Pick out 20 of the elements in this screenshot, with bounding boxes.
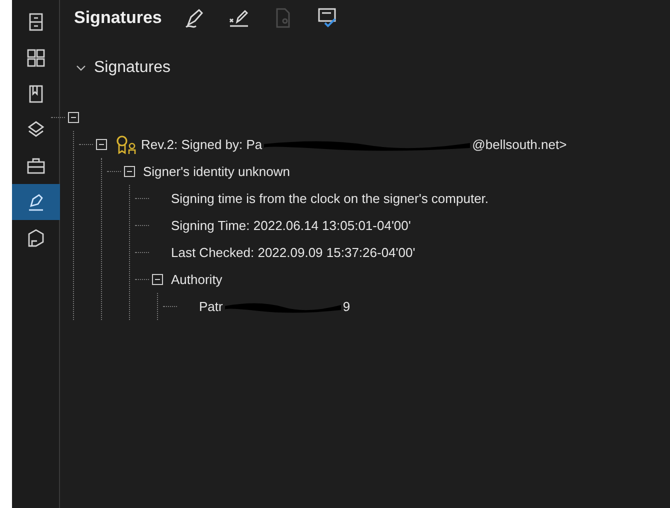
tree-item-label[interactable]: Rev.2: Signed by: Pa [141, 134, 262, 154]
collapse-toggle[interactable] [152, 274, 163, 285]
tree-item-label[interactable]: @bellsouth.net> [472, 134, 567, 154]
tree-item-label[interactable]: Last Checked: 2022.09.09 15:37:26-04'00' [171, 242, 416, 262]
collapse-toggle[interactable] [68, 112, 79, 123]
section-header[interactable]: Signatures [94, 56, 170, 80]
panel-title: Signatures [74, 7, 162, 30]
tree-item-label[interactable]: Signer's identity unknown [143, 162, 290, 182]
chevron-down-icon[interactable] [76, 63, 86, 73]
briefcase-icon [26, 156, 46, 176]
shape-icon [26, 228, 46, 248]
tree-item-label[interactable]: Patr [199, 296, 223, 316]
tree-item-label[interactable]: Signing time is from the clock on the signer's computer. [171, 188, 489, 208]
sidebar-button[interactable] [12, 184, 60, 220]
tree-item-label[interactable]: Authority [171, 270, 222, 290]
tree-item-label[interactable]: 9 [342, 296, 350, 316]
collapse-toggle[interactable] [96, 139, 107, 150]
tree-item-label[interactable]: Signing Time: 2022.06.14 13:05:01-04'00' [171, 216, 411, 236]
collapse-toggle[interactable] [124, 166, 135, 177]
grid-icon [26, 48, 46, 68]
